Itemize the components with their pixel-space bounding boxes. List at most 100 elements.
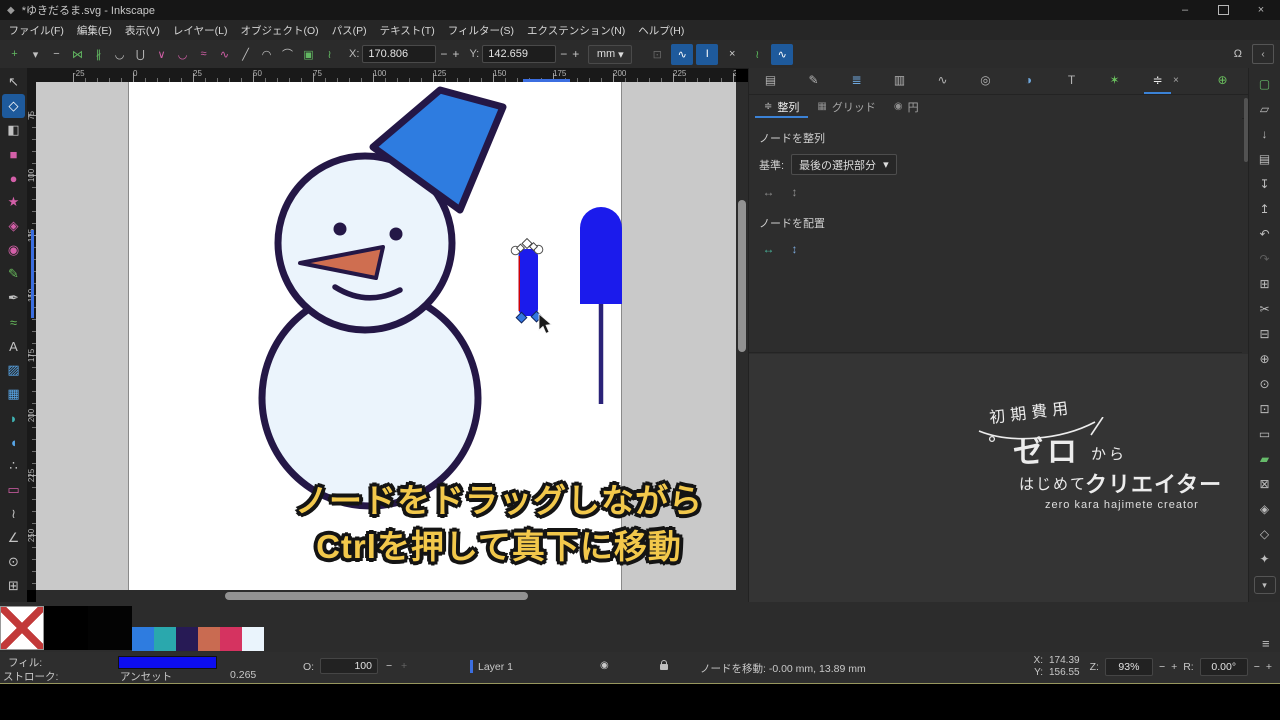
zoom-decrement-icon[interactable]: − <box>1159 661 1165 673</box>
vertical-ruler[interactable]: 75100125150175200225250 <box>27 82 36 590</box>
vertical-scrollbar[interactable] <box>736 82 748 602</box>
redo-icon[interactable]: ↷ <box>1253 246 1277 271</box>
menu-file[interactable]: ファイル(F) <box>2 23 70 38</box>
tool-pencil[interactable]: ✎ <box>2 262 25 286</box>
maximize-icon[interactable] <box>1204 0 1242 20</box>
rotation-decrement-icon[interactable]: − <box>1254 661 1260 673</box>
tab-layers-objects[interactable]: ≣ <box>843 68 870 92</box>
export-icon[interactable]: ↥ <box>1253 196 1277 221</box>
y-coordinate-field[interactable]: 142.659 <box>482 45 556 63</box>
tool-eraser[interactable]: ▭ <box>2 478 25 502</box>
open-file-icon[interactable]: ▱ <box>1253 96 1277 121</box>
corner-node-icon[interactable]: ∨ <box>151 44 172 64</box>
zoom-increment-icon[interactable]: + <box>1171 661 1177 673</box>
chip-salmon[interactable] <box>198 627 220 651</box>
snowman-eye-right[interactable] <box>390 228 403 241</box>
tab-document-properties[interactable]: ▤ <box>757 68 784 92</box>
chip-teal[interactable] <box>154 627 176 651</box>
cut-icon[interactable]: ✂ <box>1253 296 1277 321</box>
break-nodes-icon[interactable]: ∦ <box>88 44 109 64</box>
tool-star[interactable]: ★ <box>2 190 25 214</box>
align-anchor-dropdown[interactable]: 最後の選択部分 ▾ <box>791 154 897 175</box>
menu-path[interactable]: パス(P) <box>325 23 373 38</box>
align-nodes-vertical-button[interactable]: ↕ <box>785 182 804 201</box>
symmetric-node-icon[interactable]: ≈ <box>193 44 214 64</box>
close-panel-icon[interactable]: × <box>1173 75 1179 86</box>
tool-text[interactable]: A <box>2 334 25 358</box>
tab-align-nodes[interactable]: ≑ <box>1144 68 1171 94</box>
snowman-eye-left[interactable] <box>334 223 347 236</box>
layer-name[interactable]: Layer 1 <box>478 661 513 673</box>
tool-spiral[interactable]: ◉ <box>2 238 25 262</box>
swatch-black-2[interactable] <box>88 606 132 650</box>
new-document-icon[interactable]: ▢ <box>1253 71 1277 96</box>
opacity-decrement-icon[interactable]: − <box>386 660 392 672</box>
duplicate-icon[interactable]: ⊠ <box>1253 471 1277 496</box>
tab-path-effects[interactable]: ✶ <box>1101 68 1128 92</box>
distribute-nodes-horizontal-button[interactable]: ↔ <box>759 239 778 258</box>
tab-xml-editor[interactable]: ✎ <box>800 68 827 92</box>
tool-gradient[interactable]: ▨ <box>2 358 25 382</box>
print-icon[interactable]: ▤ <box>1253 146 1277 171</box>
menu-edit[interactable]: 編集(E) <box>70 23 118 38</box>
zoom-selection-icon[interactable]: ⊕ <box>1253 346 1277 371</box>
copy-icon[interactable]: ⊞ <box>1253 271 1277 296</box>
stroke-value[interactable]: アンセット <box>120 669 172 684</box>
tool-measure[interactable]: ∠ <box>2 526 25 550</box>
collapse-snap-toolbar-icon[interactable]: ‹ <box>1252 44 1274 64</box>
tool-mesh[interactable]: ▦ <box>2 382 25 406</box>
layer-visibility-eye-icon[interactable]: ◉ <box>600 660 609 671</box>
chip-dark-purple[interactable] <box>176 627 198 651</box>
palette-menu-icon[interactable]: ≡ <box>1262 636 1270 651</box>
zoom-width-icon[interactable]: ▭ <box>1253 421 1277 446</box>
rotation-field[interactable]: 0.00° <box>1200 658 1248 676</box>
curve-segment-icon[interactable]: ◠ <box>256 44 277 64</box>
tool-3dbox[interactable]: ◈ <box>2 214 25 238</box>
stroke-to-path-icon[interactable]: ≀ <box>319 44 340 64</box>
snap-toggle-icon[interactable]: Ω <box>1234 48 1242 60</box>
tool-dropper[interactable]: ◗ <box>2 406 25 430</box>
toggle-show-helper[interactable]: I <box>696 44 718 65</box>
rotation-increment-icon[interactable]: + <box>1266 661 1272 673</box>
distribute-nodes-vertical-button[interactable]: ↕ <box>785 239 804 258</box>
subtab-grid[interactable]: ▦グリッド <box>808 95 884 118</box>
edited-shape[interactable] <box>519 249 539 316</box>
horizontal-ruler[interactable]: -250255075100125150175200225250 <box>36 68 736 82</box>
save-icon[interactable]: ↓ <box>1253 121 1277 146</box>
tab-fill-stroke[interactable]: ◑ <box>1015 68 1042 92</box>
tool-node[interactable]: ◇ <box>2 94 25 118</box>
tool-ellipse[interactable]: ● <box>2 166 25 190</box>
y-decrement-icon[interactable]: − <box>559 47 568 61</box>
tool-shape-builder[interactable]: ◧ <box>2 118 25 142</box>
opacity-increment-icon[interactable]: + <box>401 660 407 672</box>
menu-text[interactable]: テキスト(T) <box>373 23 441 38</box>
tab-symbols[interactable]: ▥ <box>886 68 913 92</box>
line-segment-icon[interactable]: ╱ <box>235 44 256 64</box>
tab-text-font[interactable]: T <box>1058 68 1085 92</box>
more-commands-icon[interactable]: ▾ <box>1254 576 1276 594</box>
tool-paint-bucket[interactable]: ◖ <box>2 430 25 454</box>
tool-rectangle[interactable]: ■ <box>2 142 25 166</box>
tool-pages[interactable]: ⊞ <box>2 574 25 598</box>
toggle-show-outline[interactable]: ∿ <box>771 44 793 65</box>
delete-node-icon[interactable]: − <box>46 44 67 64</box>
panel-resize-grip[interactable]: ⁞ <box>738 324 741 334</box>
align-nodes-horizontal-button[interactable]: ↔ <box>759 182 778 201</box>
toggle-x[interactable]: × <box>721 44 743 65</box>
fill-color-swatch[interactable] <box>118 656 217 669</box>
layer-lock-icon[interactable] <box>660 664 668 670</box>
undo-icon[interactable]: ↶ <box>1253 221 1277 246</box>
tool-calligraphy[interactable]: ≈ <box>2 310 25 334</box>
horizontal-scrollbar[interactable] <box>36 590 736 602</box>
unlink-clone-icon[interactable]: ◇ <box>1253 521 1277 546</box>
insert-node-icon[interactable]: + <box>4 44 25 64</box>
tool-zoom[interactable]: ⊙ <box>2 550 25 574</box>
tool-connector[interactable]: ≀ <box>2 502 25 526</box>
x-increment-icon[interactable]: + <box>451 47 460 61</box>
import-icon[interactable]: ↧ <box>1253 171 1277 196</box>
toggle-edit-clip[interactable]: ≀ <box>746 44 768 65</box>
swatches-icon[interactable]: ▰ <box>1253 446 1277 471</box>
ruler-lock-icon[interactable] <box>27 68 36 82</box>
paste-icon[interactable]: ⊟ <box>1253 321 1277 346</box>
tool-pen[interactable]: ✒ <box>2 286 25 310</box>
